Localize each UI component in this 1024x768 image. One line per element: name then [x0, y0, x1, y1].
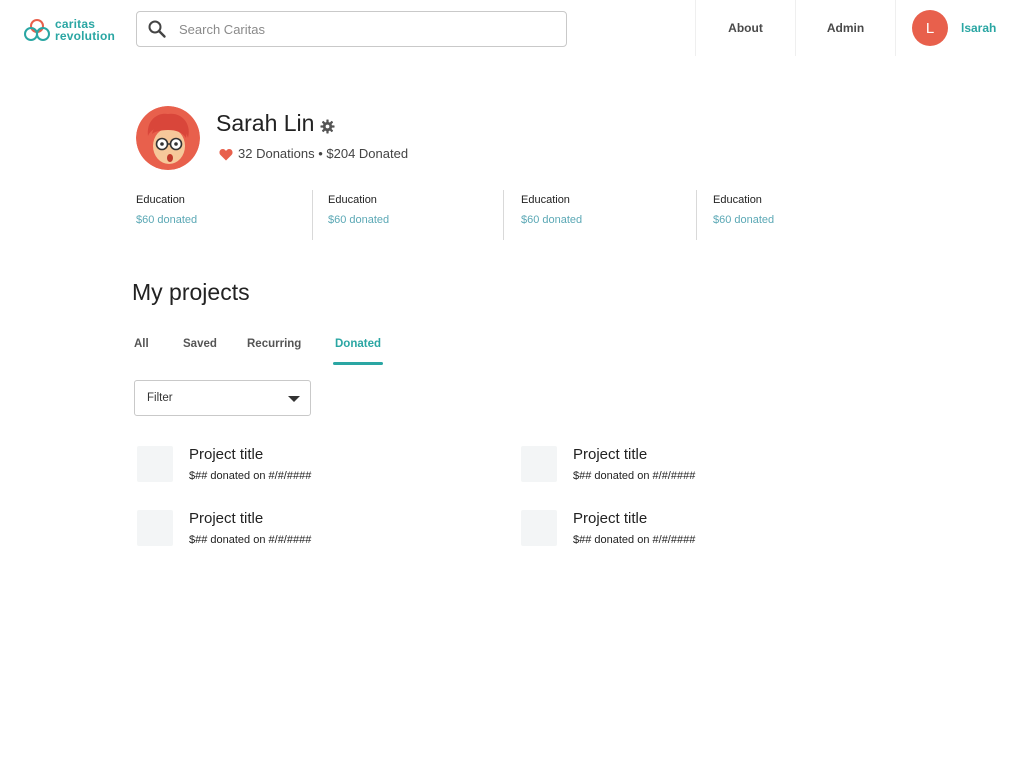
- category-amount: $60 donated: [521, 214, 583, 226]
- filter-label: Filter: [147, 392, 173, 404]
- category-name: Education: [521, 194, 570, 206]
- nav-admin[interactable]: Admin: [795, 0, 895, 56]
- divider: [312, 190, 313, 240]
- top-navbar: caritas revolution About Admin L lsarah: [0, 0, 1024, 56]
- project-card[interactable]: Project title $## donated on #/#/####: [521, 510, 881, 560]
- gear-icon[interactable]: [320, 119, 335, 134]
- logo-icon: [24, 19, 50, 41]
- project-donation-info: $## donated on #/#/####: [573, 470, 696, 482]
- project-donation-info: $## donated on #/#/####: [573, 534, 696, 546]
- search-bar[interactable]: [136, 11, 567, 47]
- project-thumbnail: [137, 446, 173, 482]
- tab-saved[interactable]: Saved: [183, 338, 217, 350]
- filter-dropdown[interactable]: Filter: [134, 380, 311, 416]
- tab-donated[interactable]: Donated: [335, 338, 381, 350]
- project-title[interactable]: Project title: [573, 446, 647, 463]
- profile-donation-stats: 32 Donations • $204 Donated: [238, 146, 409, 161]
- project-card[interactable]: Project title $## donated on #/#/####: [137, 446, 497, 496]
- category-amount: $60 donated: [136, 214, 198, 226]
- logo-wordmark: caritas revolution: [55, 18, 115, 42]
- divider: [503, 190, 504, 240]
- tab-recurring[interactable]: Recurring: [247, 338, 301, 350]
- profile-avatar: [136, 106, 200, 170]
- search-input[interactable]: [179, 21, 539, 37]
- tab-all[interactable]: All: [134, 338, 149, 350]
- logo-line-2: revolution: [55, 29, 116, 43]
- divider: [696, 190, 697, 240]
- project-card[interactable]: Project title $## donated on #/#/####: [137, 510, 497, 560]
- category-item: Education $60 donated: [503, 190, 693, 240]
- project-card[interactable]: Project title $## donated on #/#/####: [521, 446, 881, 496]
- project-title[interactable]: Project title: [189, 446, 263, 463]
- category-name: Education: [328, 194, 377, 206]
- project-thumbnail: [137, 510, 173, 546]
- project-title[interactable]: Project title: [573, 510, 647, 527]
- project-tabs: All Saved Recurring Donated: [134, 338, 434, 368]
- caritas-logo[interactable]: caritas revolution: [24, 16, 116, 44]
- category-item: Education $60 donated: [696, 190, 886, 240]
- category-name: Education: [713, 194, 762, 206]
- section-title-my-projects: My projects: [132, 279, 250, 305]
- profile-name: Sarah Lin: [216, 110, 315, 136]
- user-avatar[interactable]: L: [912, 10, 948, 46]
- search-icon: [148, 20, 166, 38]
- category-amount: $60 donated: [328, 214, 390, 226]
- project-thumbnail: [521, 510, 557, 546]
- heart-icon: [219, 149, 233, 161]
- category-item: Education $60 donated: [136, 190, 326, 240]
- project-thumbnail: [521, 446, 557, 482]
- active-tab-indicator: [333, 362, 383, 365]
- user-name[interactable]: lsarah: [961, 21, 996, 35]
- category-item: Education $60 donated: [312, 190, 502, 240]
- avatar-illustration: [136, 106, 200, 170]
- category-amount: $60 donated: [713, 214, 775, 226]
- user-menu[interactable]: L lsarah: [895, 0, 1024, 56]
- project-title[interactable]: Project title: [189, 510, 263, 527]
- project-donation-info: $## donated on #/#/####: [189, 534, 312, 546]
- chevron-down-icon: [288, 396, 300, 402]
- project-donation-info: $## donated on #/#/####: [189, 470, 312, 482]
- nav-about[interactable]: About: [695, 0, 795, 56]
- category-name: Education: [136, 194, 185, 206]
- category-summary: Education $60 donated Education $60 dona…: [136, 190, 836, 240]
